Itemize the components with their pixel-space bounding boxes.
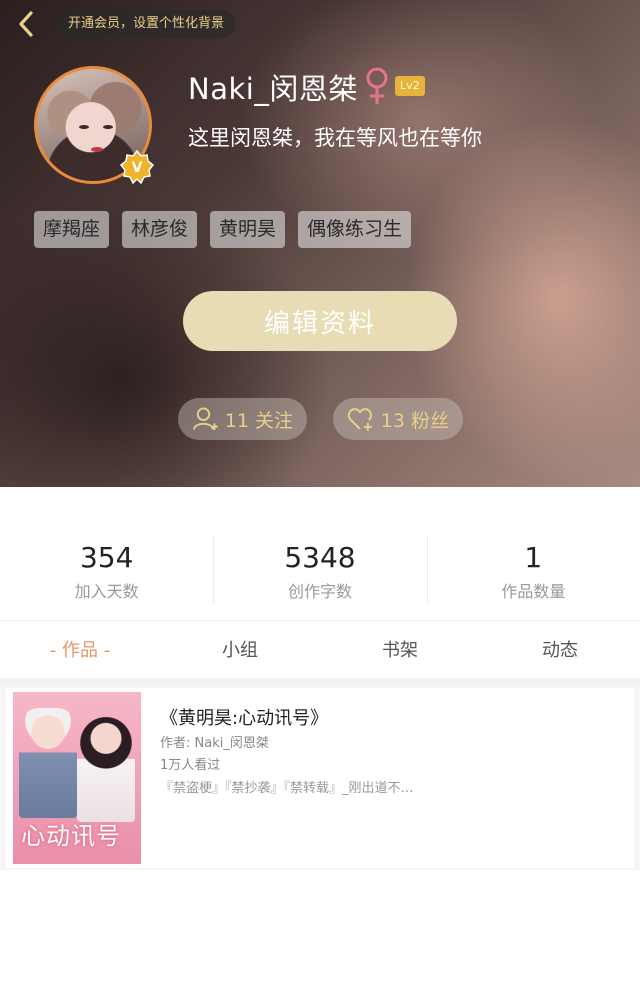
tab-groups[interactable]: 小组 [160,624,320,678]
chevron-left-icon [19,11,33,37]
add-user-icon [192,407,218,430]
work-cover-image: 心动讯号 [13,692,141,864]
work-title: 《黄明昊:心动讯号》 [160,708,329,729]
tag-item[interactable]: 林彦俊 [122,211,198,248]
avatar[interactable]: V [34,66,156,188]
verified-star-icon: V [120,150,154,184]
cover-title-art: 心动讯号 [21,822,121,850]
tag-item[interactable]: 摩羯座 [34,211,110,248]
stat-value: 354 [79,541,134,574]
following-label: 11 关注 [224,409,293,432]
divider [0,620,640,621]
stat-label: 创作字数 [287,582,352,601]
profile-signature: 这里闵恩桀，我在等风也在等你 [188,126,482,150]
profile-header: 开通会员，设置个性化背景 V Naki_闵恩桀 Lv2 这里闵恩桀，我在等风也在… [0,0,640,487]
tab-works[interactable]: - 作品 - [0,624,160,678]
stats-bar: 354 加入天数 5348 创作字数 1 作品数量 [0,532,640,610]
tab-activity[interactable]: 动态 [480,624,640,678]
fans-button[interactable]: 13 粉丝 [333,398,463,440]
stat-word-count: 5348 创作字数 [213,532,426,610]
profile-tags: 摩羯座 林彦俊 黄明昊 偶像练习生 [34,211,412,248]
work-views: 1万人看过 [160,758,221,773]
stat-works-count: 1 作品数量 [426,532,640,610]
stat-join-days: 354 加入天数 [0,532,213,610]
stat-value: 1 [524,541,543,574]
work-author: 作者: Naki_闵恩桀 [160,736,269,751]
vip-banner[interactable]: 开通会员，设置个性化背景 [56,10,237,38]
svg-text:V: V [132,160,143,176]
following-button[interactable]: 11 关注 [178,398,307,440]
heart-plus-icon [347,408,372,431]
tab-bookshelf[interactable]: 书架 [320,624,480,678]
female-symbol-icon [366,67,388,104]
fans-label: 13 粉丝 [380,409,449,432]
work-description: 『禁盗梗』『禁抄袭』『禁转载』_刚出道不… [160,781,414,796]
tag-item[interactable]: 黄明昊 [210,211,286,248]
back-button[interactable] [12,10,40,38]
level-badge: Lv2 [395,76,425,96]
stat-value: 5348 [284,541,356,574]
stat-label: 作品数量 [501,582,566,601]
tag-item[interactable]: 偶像练习生 [298,211,412,248]
section-spacer [0,678,640,686]
verified-badge: V [120,150,154,184]
stat-label: 加入天数 [74,582,139,601]
profile-tabs: - 作品 - 小组 书架 动态 [0,624,640,678]
edit-profile-button[interactable]: 编辑资料 [183,291,457,351]
username: Naki_闵恩桀 [188,72,358,106]
work-card[interactable]: 心动讯号 《黄明昊:心动讯号》 作者: Naki_闵恩桀 1万人看过 『禁盗梗』… [6,688,634,868]
